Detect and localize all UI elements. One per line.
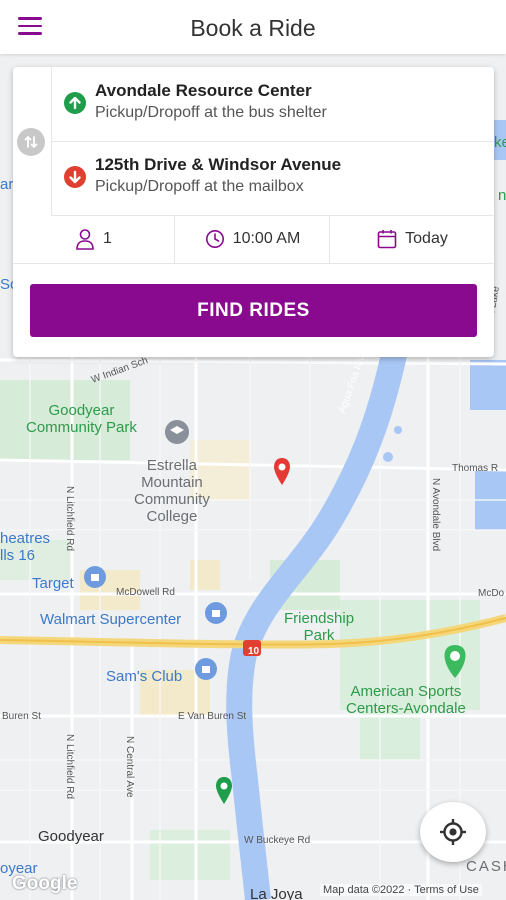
map-label-buren-left: Buren St	[2, 711, 41, 722]
map-label-litchfield: N Litchfield Rd	[64, 486, 75, 552]
passenger-count: 1	[103, 230, 112, 247]
ride-time: 10:00 AM	[232, 230, 301, 247]
map-label-avondale-blvd: N Avondale Blvd	[430, 478, 441, 552]
map-label-cash: CASH	[466, 858, 506, 875]
map-label-thomas: Thomas R	[452, 463, 499, 474]
map-label-van-buren: E Van Buren St	[178, 711, 247, 722]
dropoff-note: Pickup/Dropoff at the mailbox	[95, 178, 304, 195]
date-selector[interactable]: Today	[329, 215, 495, 263]
interstate-shield-label: 10	[248, 646, 260, 657]
arrow-down-circle-icon	[64, 166, 86, 188]
pickup-marker-icon[interactable]	[215, 776, 233, 806]
passenger-count-selector[interactable]: 1	[13, 215, 174, 263]
map-label-goodyear-park: Goodyear Community Park	[26, 402, 137, 436]
map-label-target: Target	[32, 575, 74, 592]
swap-column	[13, 67, 52, 215]
map-label-ke: ke	[494, 134, 506, 151]
pickup-name: Avondale Resource Center	[95, 81, 312, 100]
page-title: Book a Ride	[190, 15, 316, 41]
map-label-central-ave: N Central Ave	[124, 736, 135, 798]
google-logo: Google	[12, 873, 78, 894]
trip-card: Avondale Resource Center Pickup/Dropoff …	[13, 67, 494, 357]
map-label-goodyear: Goodyear	[38, 828, 104, 845]
pickup-location-field[interactable]: Avondale Resource Center Pickup/Dropoff …	[51, 67, 494, 142]
dropoff-name: 125th Drive & Windsor Avenue	[95, 155, 342, 174]
app-bar: Book a Ride	[0, 0, 506, 54]
pickup-note: Pickup/Dropoff at the bus shelter	[95, 104, 327, 121]
clock-icon	[205, 230, 224, 248]
map-label-theatres: heatres lls 16	[0, 530, 51, 564]
arrow-up-circle-icon	[64, 92, 86, 114]
my-location-button[interactable]	[420, 802, 486, 862]
map-label-n-edge: n	[498, 187, 506, 204]
map-label-sams-club: Sam's Club	[106, 668, 183, 685]
time-selector[interactable]: 10:00 AM	[174, 215, 330, 263]
swap-vertical-icon[interactable]	[17, 128, 45, 156]
my-location-icon	[440, 819, 466, 845]
map-label-american-sports: American Sports Centers-Avondale	[346, 683, 466, 717]
ride-date: Today	[405, 230, 448, 247]
map-label-la-joya: La Joya	[250, 886, 303, 900]
calendar-icon	[377, 230, 397, 249]
map-label-mcdowell-right: McDo	[478, 588, 505, 599]
map-label-friendship-park: Friendship Park	[284, 610, 355, 644]
dropoff-location-field[interactable]: 125th Drive & Windsor Avenue Pickup/Drop…	[51, 141, 494, 216]
map-label-buckeye: W Buckeye Rd	[244, 835, 311, 846]
person-icon	[76, 229, 94, 250]
find-rides-button[interactable]: FIND RIDES	[30, 284, 477, 337]
map-label-walmart: Walmart Supercenter	[40, 611, 182, 628]
map-label-litchfield-2: N Litchfield Rd	[64, 734, 75, 800]
map-label-estrella-college: Estrella Mountain Community College	[134, 457, 210, 525]
ride-options-row: 1 10:00 AM Today	[13, 215, 494, 264]
map-label-ar: ar	[0, 176, 14, 193]
dropoff-marker-icon[interactable]	[273, 457, 291, 487]
map-label-mcdowell: McDowell Rd	[116, 587, 175, 598]
map-attribution[interactable]: Map data ©2022 · Terms of Use	[320, 884, 482, 896]
